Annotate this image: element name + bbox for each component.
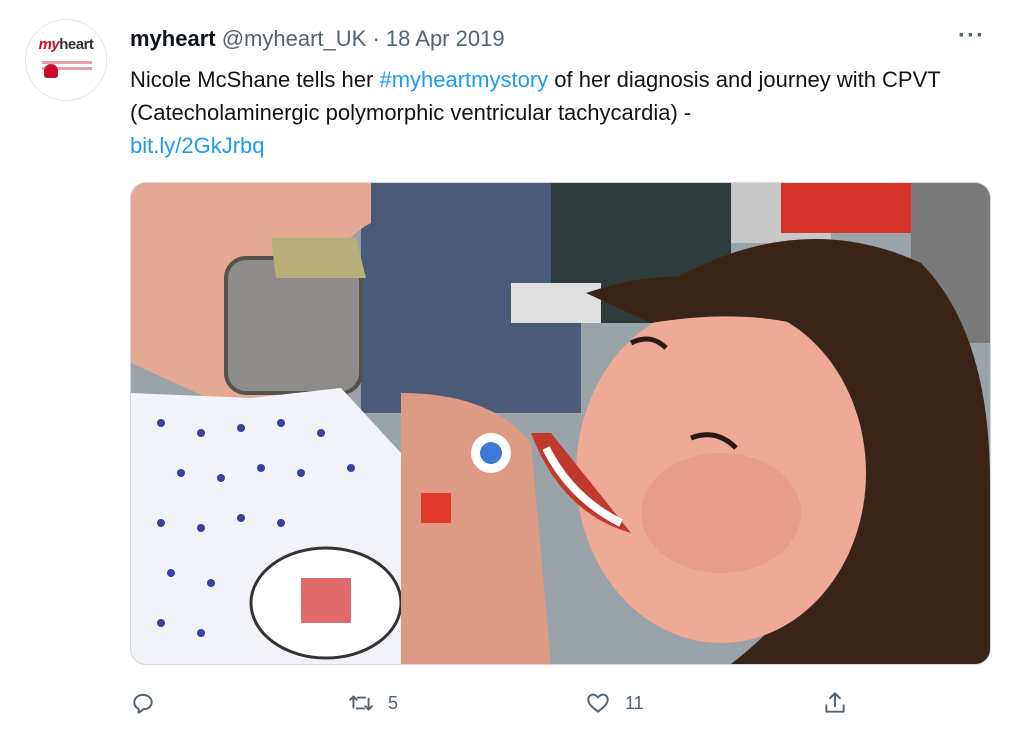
like-count: 11	[625, 692, 644, 713]
external-link[interactable]: bit.ly/2GkJrbq	[130, 133, 265, 158]
author-name[interactable]: myheart	[130, 26, 216, 51]
tweet-photo[interactable]	[130, 182, 991, 665]
reply-icon	[133, 693, 153, 714]
like-button[interactable]: 11	[585, 690, 644, 716]
tweet-header: myheart @myheart_UK · 18 Apr 2019	[130, 26, 505, 52]
retweet-button[interactable]: 5	[348, 690, 398, 716]
retweet-icon	[349, 695, 373, 711]
reply-button[interactable]	[130, 690, 170, 716]
tweet-actions: 5 11	[130, 690, 989, 722]
heart-logo-icon	[44, 64, 58, 78]
share-icon	[825, 692, 845, 713]
author-handle[interactable]: @myheart_UK	[222, 26, 367, 51]
photo-illustration	[131, 183, 990, 664]
tweet-text: Nicole McShane tells her #myheartmystory…	[130, 63, 980, 162]
avatar-logo-text: myheart	[38, 36, 94, 53]
retweet-count: 5	[388, 692, 399, 713]
heart-icon	[587, 693, 609, 713]
tweet-date[interactable]: 18 Apr 2019	[386, 26, 505, 51]
hashtag-link[interactable]: #myheartmystory	[379, 67, 548, 92]
separator-dot: ·	[372, 26, 380, 51]
share-button[interactable]	[822, 690, 862, 716]
tweet-text-before: Nicole McShane tells her	[130, 67, 380, 92]
more-options-icon[interactable]: ···	[958, 22, 985, 50]
author-avatar[interactable]: myheart	[25, 19, 107, 101]
